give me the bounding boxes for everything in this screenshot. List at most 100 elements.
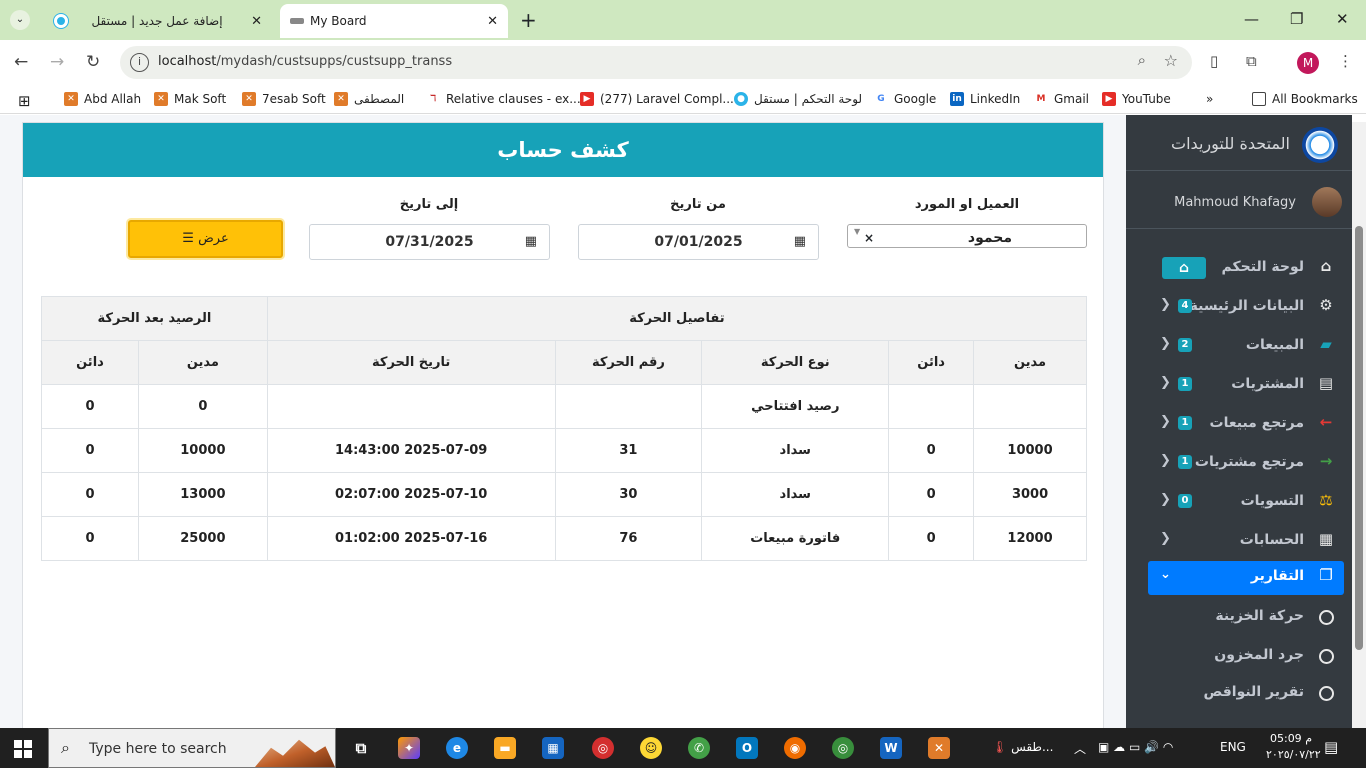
language-indicator[interactable]: ENG [1220, 740, 1246, 754]
taskbar-search[interactable]: ⌕ Type here to search [48, 728, 336, 768]
sidebar-subitem-shortages[interactable]: تقرير النواقص [1148, 677, 1344, 709]
sidebar-item-purchases[interactable]: ▤ المشتريات 1 ❯ [1148, 369, 1344, 401]
bookmark-item[interactable]: ℸ Relative clauses - ex... [426, 92, 581, 106]
bookmark-item[interactable]: ✕ 7esab Soft [242, 92, 326, 106]
to-date-input[interactable]: 07/31/2025 ▦ [309, 224, 550, 260]
task-view-icon[interactable]: ⧉ [350, 737, 372, 759]
from-date-input[interactable]: 07/01/2025 ▦ [578, 224, 819, 260]
sidebar-item-label: البيانات الرئيسية [1189, 298, 1304, 314]
sidebar-item-purchases-return[interactable]: → مرتجع مشتريات 1 ❯ [1148, 447, 1344, 479]
count-badge: 1 [1178, 377, 1192, 391]
count-badge: 4 [1178, 299, 1192, 313]
bookmark-item[interactable]: G Google [874, 92, 936, 106]
bookmark-star-icon[interactable]: ☆ [1164, 51, 1178, 70]
notifications-icon[interactable]: ▤ [1324, 738, 1338, 756]
all-bookmarks-button[interactable]: All Bookmarks [1252, 92, 1358, 106]
chevron-left-icon: ❯ [1160, 414, 1171, 429]
sidebar-subitem-inventory[interactable]: جرد المخزون [1148, 640, 1344, 672]
bookmark-item[interactable]: ▶ YouTube [1102, 92, 1171, 106]
new-tab-button[interactable]: + [520, 8, 537, 32]
to-date-value: 07/31/2025 [385, 234, 474, 250]
site-info-icon[interactable]: i [130, 53, 149, 72]
sidebar-item-label: الحسابات [1239, 532, 1304, 548]
url-text[interactable]: localhost/mydash/custsupps/custsupp_tran… [158, 54, 452, 69]
bookmark-favicon-icon: ✕ [334, 92, 348, 106]
bookmark-item[interactable]: ✕ Abd Allah [64, 92, 141, 106]
user-panel[interactable]: Mahmoud Khafagy [1126, 171, 1352, 229]
column-header: دائن [41, 340, 139, 385]
windows-start-icon[interactable] [14, 740, 32, 758]
sidebar-item-master-data[interactable]: ⚙ البيانات الرئيسية 4 ❯ [1148, 291, 1344, 323]
sidebar-scrollbar[interactable] [1352, 122, 1366, 728]
count-badge: 1 [1178, 455, 1192, 469]
customer-select[interactable]: ▼ × محمود [847, 224, 1087, 248]
table-row: رصيد افتتاحي 0 0 [41, 384, 1087, 429]
firefox-icon[interactable]: ◉ [784, 737, 806, 759]
profile-avatar[interactable]: M [1297, 52, 1319, 74]
address-bar[interactable]: i localhost/mydash/custsupps/custsupp_tr… [120, 46, 1192, 79]
whatsapp-icon[interactable]: ✆ [688, 737, 710, 759]
apps-grid-icon[interactable]: ⊞ [18, 92, 31, 110]
show-hidden-icons[interactable]: ︿ [1074, 740, 1086, 757]
gears-icon: ⚙ [1319, 296, 1333, 314]
bookmark-item[interactable]: ✕ Mak Soft [154, 92, 226, 106]
table-cell: 25000 [137, 516, 268, 561]
statement-card: كشف حساب العميل او المورد ▼ × محمود من ت… [22, 122, 1104, 728]
bookmark-item[interactable]: in LinkedIn [950, 92, 1020, 106]
bookmark-item[interactable]: ✕ المصطفى [334, 92, 404, 106]
sidebar-subitem-treasury[interactable]: حركة الخزينة [1148, 601, 1344, 633]
close-tab-icon[interactable]: ✕ [251, 14, 262, 29]
bookmark-item[interactable]: ▶ (277) Laravel Compl... [580, 92, 734, 106]
zoom-icon[interactable]: ⌕ [1138, 51, 1146, 69]
column-header: مدين [973, 340, 1087, 385]
more-bookmarks-button[interactable]: » [1206, 92, 1213, 106]
back-button[interactable]: ← [14, 52, 28, 72]
outlook-icon[interactable]: O [736, 737, 758, 759]
reading-list-icon[interactable]: ▯ [1210, 52, 1218, 70]
maximize-button[interactable]: ❐ [1290, 10, 1303, 28]
column-header: نوع الحركة [701, 340, 890, 385]
chrome-profile-icon[interactable]: ◎ [832, 737, 854, 759]
weather-widget[interactable]: 🌡 طقس... [992, 740, 1053, 754]
dropdown-arrow-icon[interactable]: ▼ [854, 227, 860, 236]
browser-tab-myboard[interactable]: My Board ✕ [280, 4, 508, 38]
calendar-icon[interactable]: ▦ [525, 225, 537, 259]
google-icon: G [874, 92, 888, 106]
bookmark-item[interactable]: ● لوحة التحكم | مستقل [734, 92, 862, 106]
brand-link[interactable]: المتحدة للتوريدات [1126, 115, 1352, 171]
close-window-button[interactable]: ✕ [1336, 10, 1349, 28]
sidebar-item-sales-return[interactable]: ← مرتجع مبيعات 1 ❯ [1148, 408, 1344, 440]
sidebar-item-reports[interactable]: ❐ التقارير ⌄ [1148, 561, 1344, 595]
sidebar-item-sales[interactable]: ▰ المبيعات 2 ❯ [1148, 330, 1344, 362]
copilot-icon[interactable]: ✦ [398, 737, 420, 759]
file-explorer-icon[interactable]: ▬ [494, 737, 516, 759]
sidebar-item-label: تقرير النواقص [1203, 684, 1305, 700]
bookmark-item[interactable]: M Gmail [1034, 92, 1089, 106]
word-icon[interactable]: W [880, 737, 902, 759]
browser-tab-mostaql[interactable]: إضافة عمل جديد | مستقل ✕ [44, 4, 272, 38]
reload-button[interactable]: ↻ [86, 52, 100, 72]
close-tab-icon[interactable]: ✕ [487, 14, 498, 29]
scrollbar-thumb[interactable] [1355, 226, 1363, 650]
table-cell: 0 [41, 384, 139, 429]
tray-icons[interactable]: ▣ ☁ ▭ 🔊 ◠ [1098, 740, 1173, 754]
chrome-icon[interactable]: ◎ [592, 737, 614, 759]
table-cell: 2025-07-16 01:02:00 [266, 516, 556, 561]
sidebar-item-accounts[interactable]: ▦ الحسابات ❯ [1148, 525, 1344, 557]
calendar-icon[interactable]: ▦ [794, 225, 806, 259]
menu-kebab-icon[interactable]: ⋮ [1338, 52, 1353, 70]
minimize-button[interactable]: — [1244, 10, 1259, 28]
xampp-icon[interactable]: ✕ [928, 737, 950, 759]
edge-icon[interactable]: e [446, 737, 468, 759]
clear-selection-icon[interactable]: × [864, 231, 874, 245]
extensions-icon[interactable]: ⧉ [1246, 52, 1257, 70]
taskbar-clock[interactable]: 05:09 م ٢٠٢٥/٠٧/٢٢ [1266, 731, 1321, 763]
sidebar-item-dashboard[interactable]: ⌂ لوحة التحكم ⌂ [1148, 252, 1344, 284]
view-button[interactable]: ☰ عرض [128, 220, 283, 258]
snapchat-icon[interactable]: ☺ [640, 737, 662, 759]
sidebar-item-adjustments[interactable]: ⚖ التسويات 0 ❯ [1148, 486, 1344, 518]
forward-button[interactable]: → [50, 52, 64, 72]
microsoft-store-icon[interactable]: ▦ [542, 737, 564, 759]
tab-search-button[interactable]: ⌄ [10, 10, 30, 30]
youtube-icon: ▶ [580, 92, 594, 106]
